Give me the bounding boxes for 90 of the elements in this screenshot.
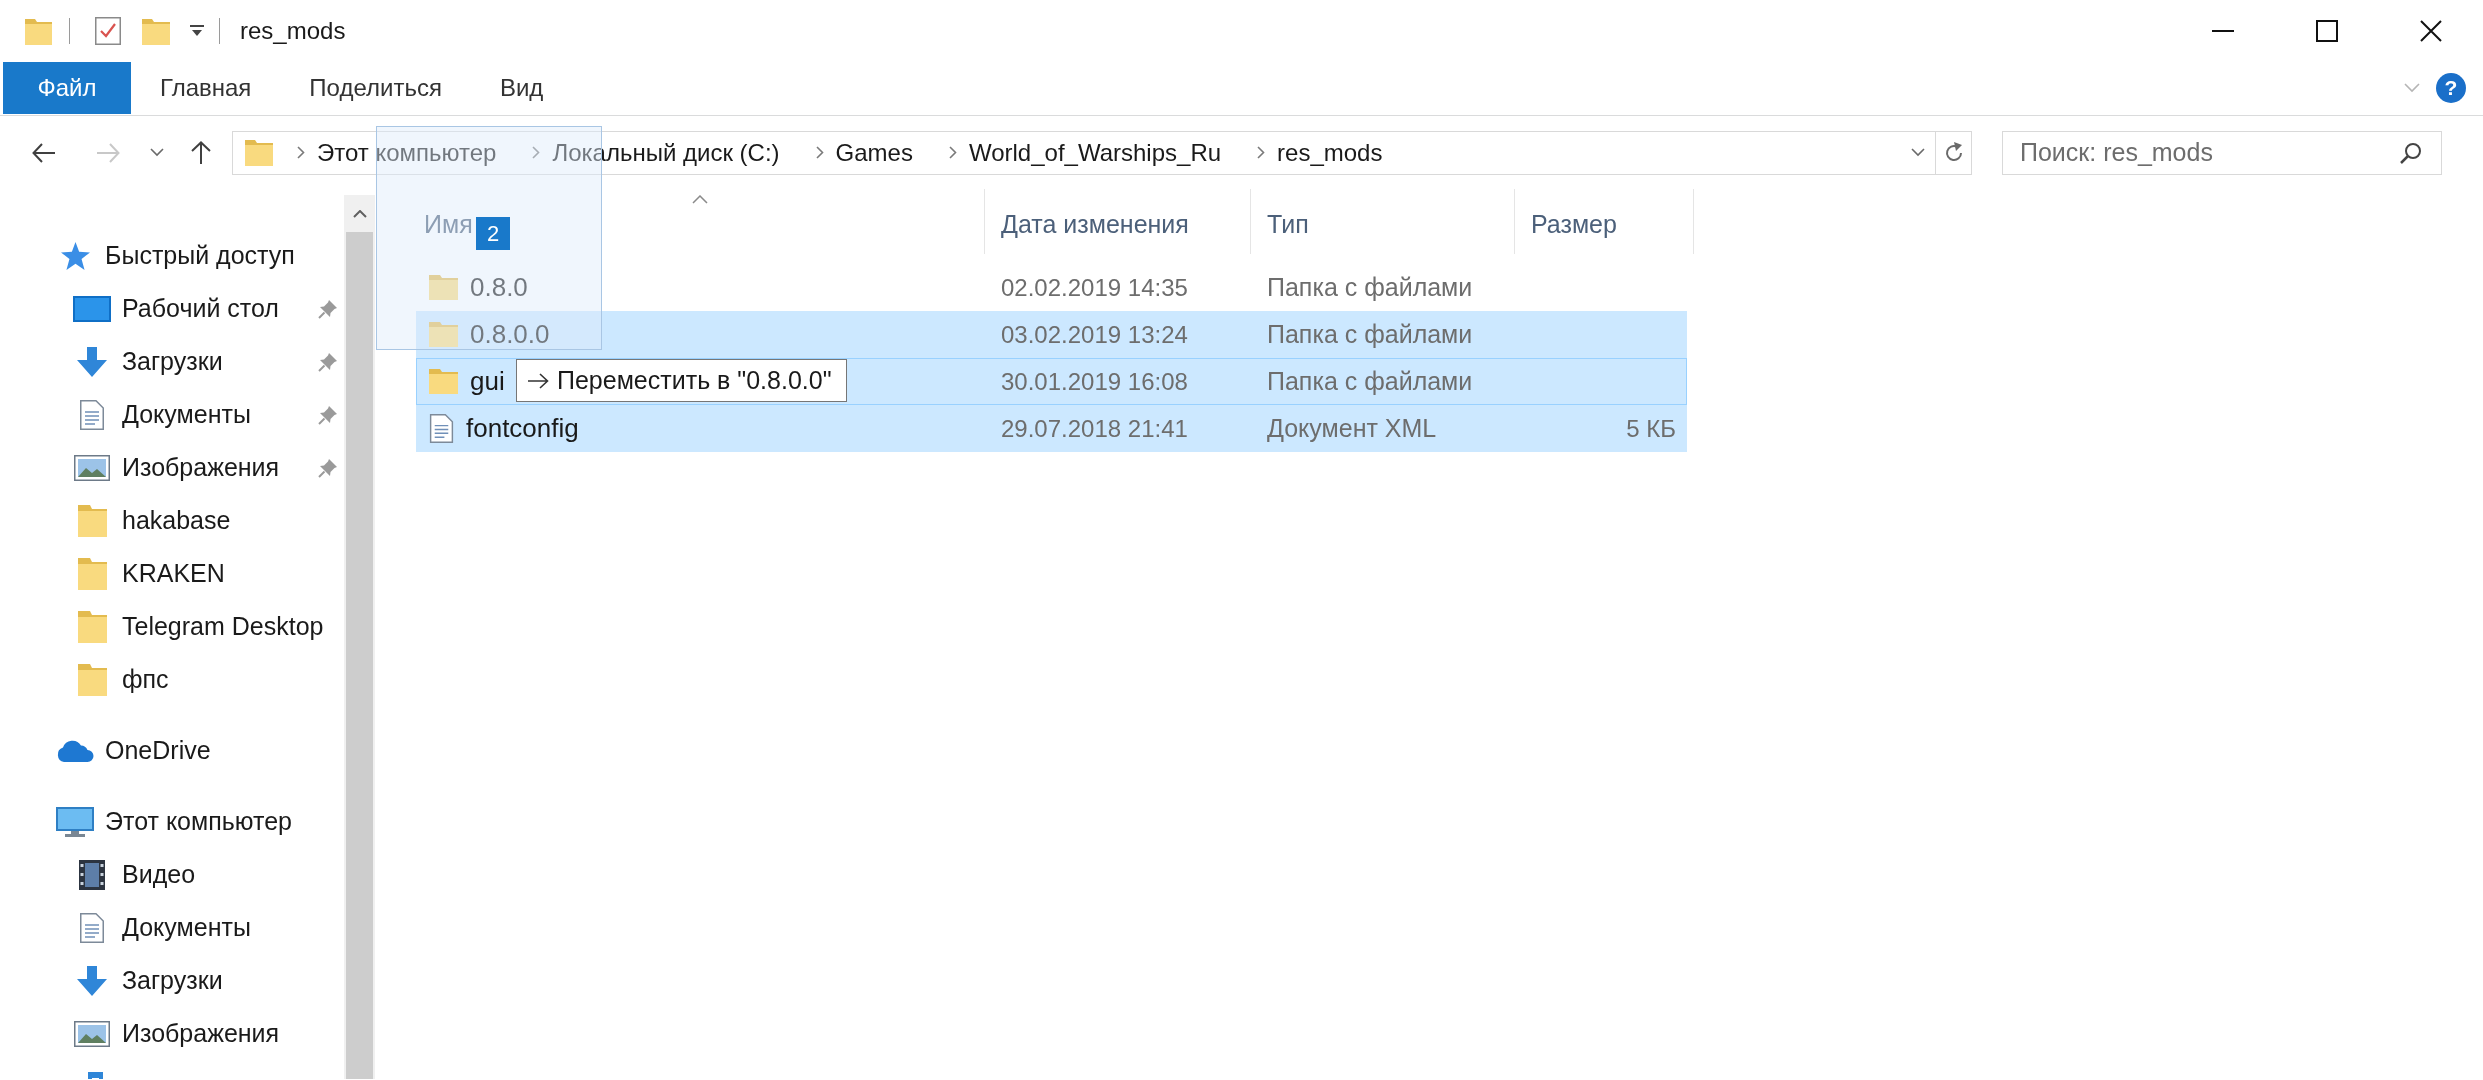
checklist-icon[interactable]: [95, 17, 121, 45]
drag-count-badge: 2: [476, 217, 510, 250]
sidebar-item[interactable]: Изображения: [0, 1007, 344, 1060]
arrow-right-icon: [527, 372, 549, 389]
download-arrow-icon: [77, 346, 107, 377]
caret-up-icon: [352, 209, 367, 218]
chevron-right-icon: [297, 146, 305, 159]
document-icon: [80, 399, 104, 430]
help-button[interactable]: ?: [2436, 73, 2466, 103]
sidebar-item[interactable]: Загрузки: [0, 954, 344, 1007]
file-name: 0.8.0: [470, 272, 528, 303]
ribbon-tab[interactable]: Поделиться: [280, 62, 471, 114]
file-type: Папка с файлами: [1266, 367, 1473, 396]
folder-icon: [429, 369, 458, 394]
folder-icon: [245, 139, 273, 166]
column-header[interactable]: Дата изменения: [985, 189, 1251, 254]
folder-icon: [77, 610, 107, 643]
maximize-icon: [2316, 20, 2338, 42]
document-icon: [80, 912, 104, 943]
file-type: Папка с файлами: [1266, 320, 1473, 349]
sort-caret-icon: [692, 195, 708, 204]
ribbon-tab[interactable]: Вид: [470, 62, 573, 114]
file-name: 0.8.0.0: [470, 319, 550, 350]
breadcrumb[interactable]: res_mods: [1265, 137, 1395, 168]
download-arrow-icon: [77, 965, 107, 996]
folder-icon: [77, 557, 107, 590]
scrollbar-thumb[interactable]: [346, 232, 373, 1079]
folder-icon: [77, 504, 107, 537]
sidebar-item[interactable]: Быстрый доступ: [0, 229, 344, 282]
chevron-down-icon[interactable]: [1911, 148, 1925, 157]
file-name: gui: [470, 366, 505, 397]
document-icon: [429, 414, 454, 443]
screen-icon: [73, 295, 111, 322]
sidebar-item[interactable]: OneDrive: [0, 724, 344, 777]
breadcrumb[interactable]: Games: [823, 137, 925, 168]
arrow-left-icon: [32, 142, 56, 163]
star-icon: [60, 241, 90, 270]
file-size: 5 КБ: [1626, 414, 1677, 443]
move-to-text: Переместить в "0.8.0.0": [557, 366, 832, 395]
file-row[interactable]: fontconfig 29.07.2018 21:41 Документ XML 5 КБ: [416, 405, 1687, 452]
chevron-down-icon[interactable]: [150, 148, 164, 157]
column-header[interactable]: Размер: [1515, 189, 1694, 254]
sidebar-item[interactable]: Изображения: [0, 441, 344, 494]
breadcrumb[interactable]: World_of_Warships_Ru: [956, 137, 1234, 168]
minimize-icon: [2212, 30, 2234, 32]
dropdown-icon[interactable]: [190, 25, 204, 37]
refresh-button[interactable]: [1936, 130, 1972, 175]
film-icon: [79, 859, 105, 890]
cloud-icon: [56, 739, 94, 762]
address-bar[interactable]: Этот компьютер Локальный диск (C:) Games World_of_Warships_Ru res_mods: [232, 130, 1936, 175]
image-icon: [74, 454, 110, 481]
search-field[interactable]: Поиск: res_mods: [2002, 130, 2442, 175]
sidebar-item[interactable]: Этот компьютер: [0, 795, 344, 848]
folder-icon: [429, 322, 458, 347]
chevron-right-icon: [532, 146, 541, 159]
sidebar-item[interactable]: фпс: [0, 653, 344, 706]
chevron-right-icon: [948, 146, 957, 159]
modified-date: 03.02.2019 13:24: [1000, 320, 1188, 349]
file-row[interactable]: 0.8.0.0 03.02.2019 13:24 Папка с файлами: [416, 311, 1687, 358]
arrow-right-icon: [96, 142, 120, 163]
folder-icon: [429, 275, 458, 300]
sidebar-item[interactable]: hakabase: [0, 494, 344, 547]
sidebar-item[interactable]: Документы: [0, 388, 344, 441]
breadcrumb[interactable]: Этот компьютер: [305, 137, 509, 168]
file-type: Документ XML: [1266, 414, 1437, 443]
ribbon-tab[interactable]: Главная: [131, 62, 281, 114]
folder-icon: [77, 663, 107, 696]
arrow-up-icon: [191, 140, 211, 165]
modified-date: 02.02.2019 14:35: [1000, 273, 1188, 302]
sidebar-item[interactable]: Загрузки: [0, 335, 344, 388]
breadcrumb[interactable]: Локальный диск (C:): [540, 137, 792, 168]
sidebar-item[interactable]: Документы: [0, 901, 344, 954]
column-header[interactable]: Тип: [1251, 189, 1515, 254]
file-type: Папка с файлами: [1266, 273, 1473, 302]
image-icon: [74, 1020, 110, 1047]
file-row[interactable]: 0.8.0 02.02.2019 14:35 Папка с файлами: [416, 264, 1687, 311]
modified-date: 29.07.2018 21:41: [1000, 414, 1188, 443]
sidebar-item[interactable]: Рабочий стол: [0, 282, 344, 335]
sidebar-item[interactable]: Telegram Desktop: [0, 600, 344, 653]
file-name: fontconfig: [466, 413, 579, 444]
modified-date: 30.01.2019 16:08: [1000, 367, 1188, 396]
sidebar-item[interactable]: Видео: [0, 848, 344, 901]
chevron-right-icon: [1257, 146, 1266, 159]
file-menu-tab[interactable]: Файл: [3, 62, 131, 114]
search-icon[interactable]: [2400, 141, 2422, 164]
window-title: res_mods: [240, 16, 346, 46]
monitor-icon: [56, 806, 94, 837]
chevron-right-icon: [815, 146, 824, 159]
close-icon: [2420, 20, 2442, 42]
sidebar-item[interactable]: KRAKEN: [0, 547, 344, 600]
